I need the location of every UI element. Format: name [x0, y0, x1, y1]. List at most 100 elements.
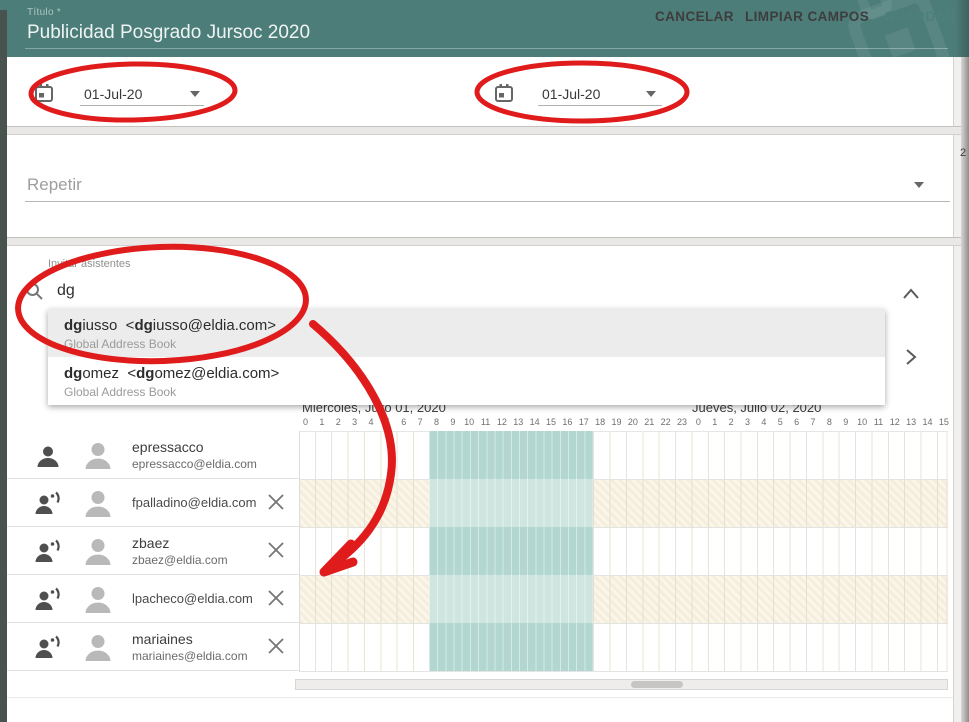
- remove-attendee-button[interactable]: [267, 637, 285, 655]
- availability-row[interactable]: [300, 480, 948, 528]
- avatar: [83, 632, 113, 667]
- avatar: [83, 536, 113, 571]
- suggestion-name: dgiusso <dgiusso@eldia.com>: [64, 317, 276, 334]
- availability-row[interactable]: [300, 432, 948, 480]
- remove-attendee-button[interactable]: [267, 589, 285, 607]
- hour-tick-label: 18: [592, 417, 608, 427]
- hour-tick-label: 7: [805, 417, 821, 427]
- hour-tick-label: 22: [658, 417, 674, 427]
- attendee-row: fpalladino@eldia.com: [7, 479, 299, 527]
- availability-row[interactable]: [300, 576, 948, 624]
- attendee-email: mariaines@eldia.com: [132, 649, 248, 663]
- start-date-underline: [80, 105, 204, 106]
- hour-tick-label: 19: [609, 417, 625, 427]
- availability-row[interactable]: [300, 624, 948, 672]
- attendee-email: fpalladino@eldia.com: [132, 495, 257, 510]
- hour-tick-label: 9: [838, 417, 854, 427]
- hour-tick-label: 0: [690, 417, 706, 427]
- hour-tick-label: 5: [379, 417, 395, 427]
- attendee-name: mariaines: [132, 631, 193, 647]
- hour-tick-label: 11: [870, 417, 886, 427]
- suggestion-source: Global Address Book: [64, 337, 176, 351]
- attendee-voice-icon: [35, 635, 65, 664]
- selected-time-block[interactable]: [429, 431, 593, 671]
- hour-tick-label: 21: [641, 417, 657, 427]
- end-date-caret-icon[interactable]: [646, 91, 656, 97]
- appointment-dialog: Título * Publicidad Posgrado Jursoc 2020…: [0, 0, 969, 722]
- hour-tick-label: 10: [461, 417, 477, 427]
- hour-tick-label: 16: [559, 417, 575, 427]
- hour-tick-label: 13: [510, 417, 526, 427]
- attendee-voice-icon: [35, 587, 65, 616]
- hour-tick-label: 10: [854, 417, 870, 427]
- hour-tick-label: 1: [314, 417, 330, 427]
- hour-tick-label: 13: [903, 417, 919, 427]
- availability-grid[interactable]: [300, 431, 948, 673]
- organizer-person-icon: [35, 443, 61, 474]
- suggestion-source: Global Address Book: [64, 385, 176, 399]
- window-left-edge: [0, 10, 7, 722]
- title-field-label: Título *: [27, 7, 61, 18]
- hour-tick-label: 0: [298, 417, 314, 427]
- save-button[interactable]: GUARDAR: [884, 9, 956, 24]
- clipped-background-text: 2: [960, 147, 966, 159]
- hour-tick-label: 2: [330, 417, 346, 427]
- attendee-voice-icon: [35, 539, 65, 568]
- repeat-caret-icon[interactable]: [914, 182, 924, 188]
- avatar: [83, 488, 113, 523]
- hour-tick-label: 15: [936, 417, 952, 427]
- end-date-input[interactable]: 01-Jul-20: [542, 86, 600, 102]
- hour-tick-label: 1: [707, 417, 723, 427]
- cancel-button[interactable]: CANCELAR: [655, 9, 734, 24]
- hour-tick-label: 12: [494, 417, 510, 427]
- hour-tick-label: 11: [478, 417, 494, 427]
- start-date-caret-icon[interactable]: [190, 91, 200, 97]
- hour-tick-label: 23: [674, 417, 690, 427]
- hour-tick-label: 12: [887, 417, 903, 427]
- collapse-chevron-up-icon[interactable]: [902, 287, 920, 301]
- repeat-select[interactable]: Repetir: [27, 175, 82, 195]
- grid-horizontal-scrollbar[interactable]: [295, 679, 948, 690]
- hour-tick-label: 20: [625, 417, 641, 427]
- hour-tick-label: 15: [543, 417, 559, 427]
- hour-tick-label: 6: [789, 417, 805, 427]
- availability-row[interactable]: [300, 528, 948, 576]
- repeat-underline: [25, 201, 950, 202]
- remove-attendee-button[interactable]: [267, 541, 285, 559]
- avatar: [83, 440, 113, 475]
- hour-tick-label: 14: [527, 417, 543, 427]
- attendee-row: epressacco epressacco@eldia.com: [7, 431, 299, 479]
- autocomplete-suggestion[interactable]: dgiusso <dgiusso@eldia.com> Global Addres…: [48, 309, 885, 357]
- avatar: [83, 584, 113, 619]
- invite-attendees-label: Invitar asistentes: [48, 258, 131, 270]
- hour-tick-label: 7: [412, 417, 428, 427]
- invite-attendees-input[interactable]: dg: [57, 282, 75, 300]
- search-icon: [24, 281, 44, 301]
- hour-tick-label: 8: [821, 417, 837, 427]
- title-input[interactable]: Publicidad Posgrado Jursoc 2020: [27, 22, 310, 44]
- footer-bar: [7, 697, 953, 722]
- hour-tick-label: 17: [576, 417, 592, 427]
- attendee-email: zbaez@eldia.com: [132, 553, 228, 567]
- attendee-name: epressacco: [132, 439, 204, 455]
- end-date-calendar-icon: [494, 83, 514, 103]
- attendee-row: mariaines mariaines@eldia.com: [7, 623, 299, 671]
- attendee-email: epressacco@eldia.com: [132, 457, 257, 471]
- start-date-calendar-icon: [34, 83, 54, 103]
- hour-tick-label: 3: [739, 417, 755, 427]
- suggestion-name: dgomez <dgomez@eldia.com>: [64, 365, 279, 382]
- section-divider: [7, 126, 961, 135]
- start-date-input[interactable]: 01-Jul-20: [84, 86, 142, 102]
- section-divider: [7, 237, 961, 246]
- autocomplete-suggestion[interactable]: dgomez <dgomez@eldia.com> Global Address …: [48, 357, 885, 405]
- hour-tick-label: 4: [756, 417, 772, 427]
- attendee-list: epressacco epressacco@eldia.com fpalladino…: [7, 431, 300, 672]
- clear-fields-button[interactable]: LIMPIAR CAMPOS: [745, 9, 869, 24]
- scheduler-next-chevron-right-icon[interactable]: [904, 348, 918, 366]
- hour-tick-label: 8: [428, 417, 444, 427]
- attendee-email: lpacheco@eldia.com: [132, 591, 253, 606]
- hour-tick-label: 6: [396, 417, 412, 427]
- scrollbar-thumb[interactable]: [631, 681, 683, 688]
- end-date-underline: [538, 105, 662, 106]
- remove-attendee-button[interactable]: [267, 493, 285, 511]
